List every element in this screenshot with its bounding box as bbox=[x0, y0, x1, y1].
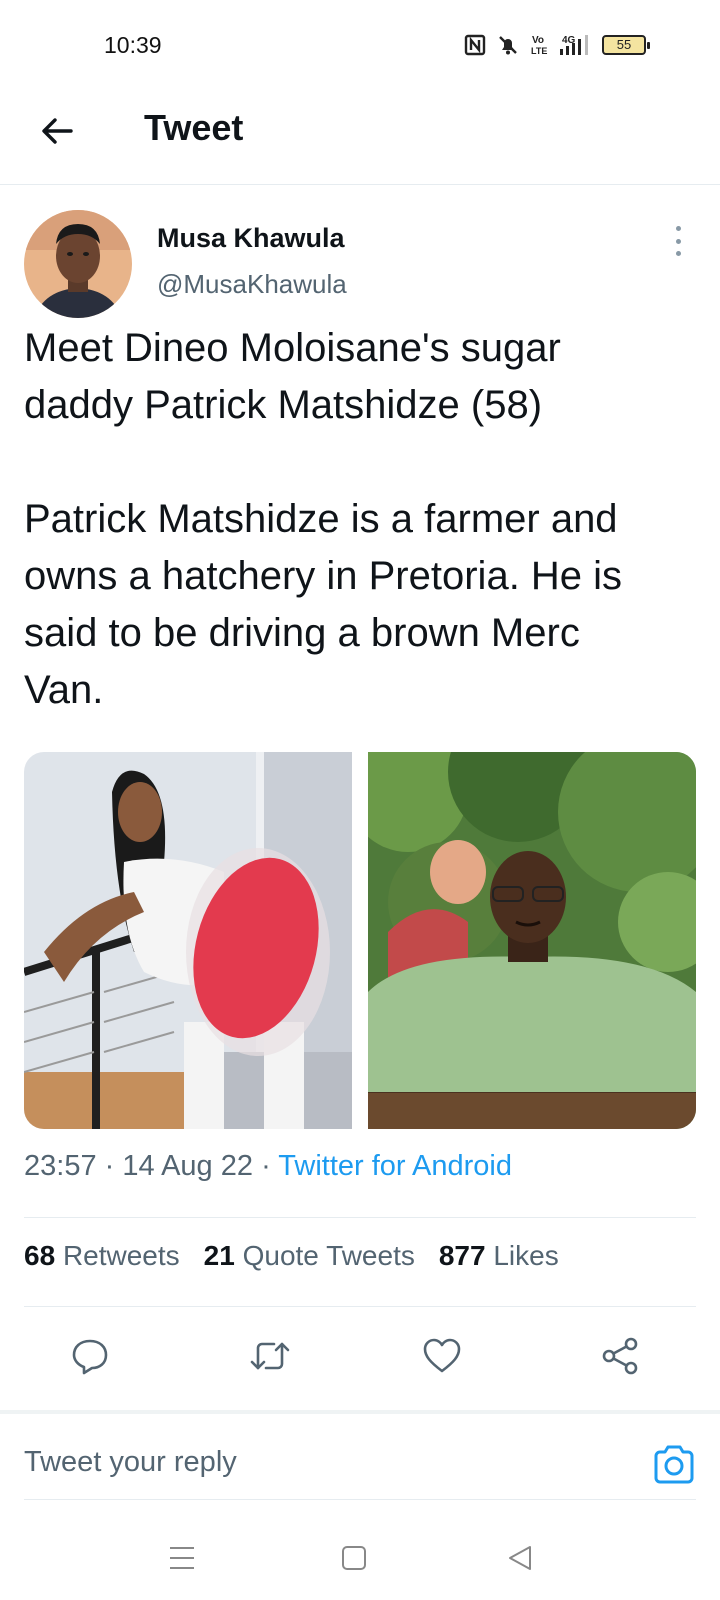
quote-tweets-stat[interactable]: 21 Quote Tweets bbox=[204, 1240, 415, 1272]
triangle-back-icon bbox=[509, 1546, 531, 1570]
header-bar: Tweet bbox=[0, 90, 720, 185]
divider bbox=[24, 1499, 696, 1500]
tweet-date: 14 Aug 22 bbox=[122, 1150, 253, 1182]
likes-label: Likes bbox=[493, 1240, 559, 1271]
likes-stat[interactable]: 877 Likes bbox=[439, 1240, 559, 1272]
status-bar: 10:39 Vo LTE 4G 55 bbox=[0, 0, 720, 90]
media-image-man[interactable] bbox=[368, 752, 696, 1129]
page-title: Tweet bbox=[144, 107, 244, 148]
tweet-media bbox=[24, 752, 696, 1129]
media-image-woman[interactable] bbox=[24, 752, 352, 1129]
nfc-icon bbox=[464, 34, 486, 56]
tweet-meta: 23:57 · 14 Aug 22 · Twitter for Android bbox=[24, 1150, 512, 1183]
svg-text:Vo: Vo bbox=[532, 35, 544, 46]
likes-count: 877 bbox=[438, 1240, 486, 1271]
bell-muted-icon bbox=[499, 36, 517, 55]
retweets-count: 68 bbox=[24, 1240, 56, 1271]
share-icon bbox=[602, 1337, 638, 1375]
more-vertical-icon bbox=[675, 226, 681, 231]
avatar[interactable] bbox=[24, 210, 132, 318]
back-button[interactable] bbox=[34, 108, 80, 154]
retweets-stat[interactable]: 68 Retweets bbox=[24, 1240, 180, 1272]
volte-icon: Vo LTE bbox=[531, 35, 547, 56]
tweet-time: 23:57 bbox=[24, 1150, 97, 1182]
quote-tweets-count: 21 bbox=[203, 1240, 235, 1271]
battery-indicator: 55 bbox=[602, 35, 650, 55]
tweet-text: Meet Dineo Moloisane's sugar daddy Patri… bbox=[24, 320, 704, 719]
section-divider bbox=[0, 1410, 720, 1414]
tweet-text-line: Meet Dineo Moloisane's sugar bbox=[24, 326, 561, 370]
meta-separator: · bbox=[261, 1150, 279, 1182]
reply-icon bbox=[72, 1339, 108, 1375]
retweets-label: Retweets bbox=[62, 1240, 180, 1271]
more-options-button[interactable] bbox=[668, 226, 688, 256]
arrow-left-icon bbox=[42, 118, 73, 144]
retweet-icon bbox=[250, 1342, 290, 1370]
svg-text:LTE: LTE bbox=[531, 46, 547, 56]
system-nav-bar bbox=[0, 1520, 720, 1600]
tweet-text-line: said to be driving a brown Merc bbox=[24, 611, 580, 655]
camera-button[interactable] bbox=[652, 1442, 696, 1486]
tweet-text-line: owns a hatchery in Pretoria. He is bbox=[24, 554, 623, 598]
meta-separator: · bbox=[104, 1150, 123, 1182]
signal-4g-icon: 4G bbox=[560, 35, 588, 55]
tweet-source-link[interactable]: Twitter for Android bbox=[278, 1150, 512, 1182]
reply-input[interactable]: Tweet your reply bbox=[24, 1446, 237, 1479]
system-back-button[interactable] bbox=[500, 1538, 540, 1578]
home-button[interactable] bbox=[334, 1538, 374, 1578]
like-button[interactable] bbox=[412, 1326, 472, 1386]
square-icon bbox=[342, 1546, 366, 1570]
author-handle[interactable]: @MusaKhawula bbox=[157, 269, 347, 300]
menu-icon bbox=[170, 1547, 194, 1569]
divider bbox=[24, 1306, 696, 1307]
tweet-stats: 68 Retweets 21 Quote Tweets 877 Likes bbox=[24, 1240, 559, 1272]
reply-button[interactable] bbox=[60, 1326, 120, 1386]
tweet-text-line: daddy Patrick Matshidze (58) bbox=[24, 383, 543, 427]
status-icons: Vo LTE 4G 55 bbox=[464, 32, 650, 58]
tweet-text-line: Van. bbox=[24, 668, 104, 712]
retweet-button[interactable] bbox=[240, 1326, 300, 1386]
avatar-image bbox=[24, 210, 132, 318]
more-dot bbox=[675, 238, 681, 244]
heart-icon bbox=[423, 1338, 461, 1373]
camera-icon bbox=[654, 1445, 694, 1484]
divider bbox=[24, 1217, 696, 1218]
more-dot bbox=[675, 251, 681, 256]
tweet-text-line: Patrick Matshidze is a farmer and bbox=[24, 497, 618, 541]
author-name[interactable]: Musa Khawula bbox=[157, 223, 345, 254]
share-button[interactable] bbox=[590, 1326, 650, 1386]
status-time: 10:39 bbox=[104, 32, 162, 58]
menu-button[interactable] bbox=[162, 1538, 202, 1578]
tweet-actions bbox=[0, 1326, 720, 1386]
quote-tweets-label: Quote Tweets bbox=[242, 1240, 415, 1271]
